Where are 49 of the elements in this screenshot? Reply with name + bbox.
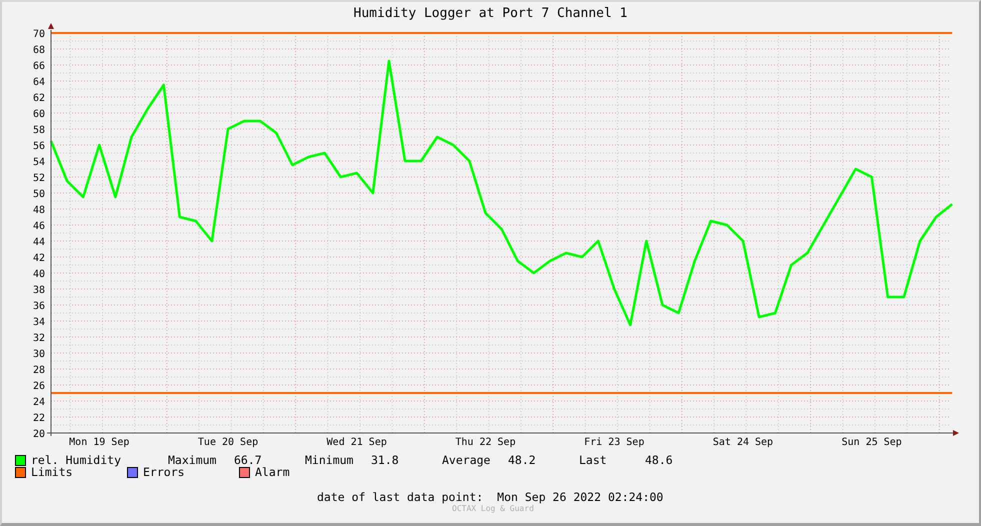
credit-text: OCTAX Log & Guard bbox=[451, 504, 535, 513]
axis-tick-label: 40 bbox=[32, 269, 45, 280]
legend-label: Alarm bbox=[255, 466, 290, 478]
axis-tick-label: 46 bbox=[32, 221, 45, 232]
stat-label: Minimum bbox=[305, 454, 354, 466]
axis-tick-label: 26 bbox=[32, 381, 45, 392]
axis-tick-label: 22 bbox=[32, 413, 45, 424]
axis-tick-label: Thu 22 Sep bbox=[455, 437, 516, 448]
stat-value: 48.2 bbox=[508, 454, 536, 466]
stat-label: Maximum bbox=[168, 454, 218, 466]
chart-title: Humidity Logger at Port 7 Channel 1 bbox=[352, 5, 628, 22]
axis-tick-label: 28 bbox=[32, 365, 45, 376]
stat-value: 31.8 bbox=[371, 454, 399, 466]
axis-tick-label: 62 bbox=[32, 93, 45, 104]
last-data-label: date of last data point: bbox=[317, 490, 484, 504]
legend-label: rel. Humidity bbox=[31, 454, 122, 466]
axis-tick-label: Tue 20 Sep bbox=[198, 437, 258, 448]
axis-tick-label: Fri 23 Sep bbox=[584, 437, 644, 448]
axis-tick-label: Sat 24 Sep bbox=[712, 437, 774, 448]
axis-tick-label: 30 bbox=[32, 349, 45, 360]
axis-tick-label: 50 bbox=[32, 189, 45, 200]
axis-tick-label: 44 bbox=[32, 237, 45, 248]
axis-tick-label: 32 bbox=[32, 333, 45, 344]
stat-label: Last bbox=[579, 454, 608, 466]
axis-tick-label: 68 bbox=[32, 45, 45, 56]
axis-tick-label: 64 bbox=[32, 77, 45, 88]
stat-label: Average bbox=[442, 454, 492, 466]
axis-tick-label: 24 bbox=[32, 397, 45, 408]
legend-label: Errors bbox=[143, 466, 185, 478]
axis-tick-label: Sun 25 Sep bbox=[842, 437, 902, 448]
legend-label: Limits bbox=[31, 466, 73, 478]
axis-tick-label: 56 bbox=[32, 141, 45, 152]
axis-tick-label: Mon 19 Sep bbox=[69, 437, 130, 448]
axis-tick-label: 60 bbox=[32, 109, 45, 120]
axis-tick-label: 70 bbox=[32, 29, 45, 40]
stat-value: 66.7 bbox=[234, 454, 262, 466]
last-data-value: Mon Sep 26 2022 02:24:00 bbox=[497, 490, 664, 504]
axis-tick-label: 42 bbox=[32, 253, 45, 264]
axis-tick-label: 54 bbox=[32, 157, 45, 168]
axis-tick-label: 20 bbox=[32, 429, 45, 440]
axis-tick-label: 58 bbox=[32, 125, 45, 136]
axis-tick-label: 52 bbox=[32, 173, 45, 184]
axis-tick-label: Wed 21 Sep bbox=[326, 437, 387, 448]
axis-tick-label: 34 bbox=[32, 317, 45, 328]
axis-tick-label: 38 bbox=[32, 285, 45, 296]
axis-tick-label: 66 bbox=[32, 61, 45, 72]
axis-tick-label: 36 bbox=[32, 301, 45, 312]
stat-value: 48.6 bbox=[645, 454, 673, 466]
axis-tick-label: 48 bbox=[32, 205, 45, 216]
